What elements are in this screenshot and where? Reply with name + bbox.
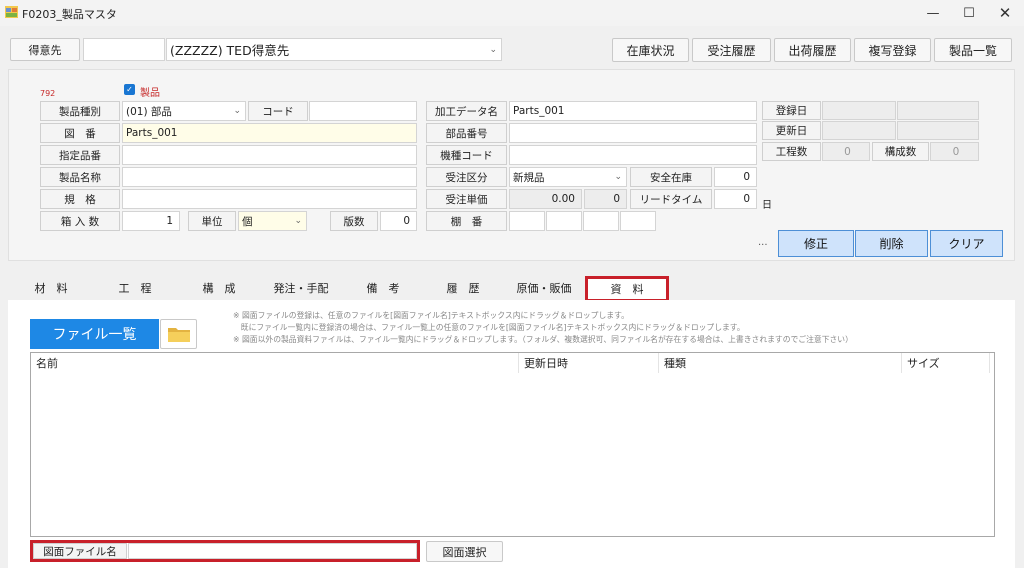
title-bar: F0203_製品マスタ — ☐ ✕ bbox=[0, 0, 1024, 26]
model-code-field[interactable] bbox=[509, 145, 757, 165]
composition-count-label: 構成数 bbox=[872, 142, 929, 161]
tab-composition[interactable]: 構 成 bbox=[178, 276, 260, 300]
shipping-history-button[interactable]: 出荷履歴 bbox=[774, 38, 851, 62]
day-unit-label: 日 bbox=[762, 200, 772, 211]
tab-ordering[interactable]: 発注・手配 bbox=[260, 276, 342, 300]
product-type-label: 製品種別 bbox=[40, 101, 120, 121]
record-number: 792 bbox=[40, 89, 56, 98]
order-category-select[interactable]: 新規品 ⌄ bbox=[509, 167, 627, 187]
upd-date-field bbox=[822, 121, 896, 140]
order-category-value: 新規品 bbox=[513, 171, 545, 184]
drawing-file-label: 図面ファイル名 bbox=[33, 543, 127, 559]
window-title: F0203_製品マスタ bbox=[22, 8, 117, 21]
order-history-button[interactable]: 受注履歴 bbox=[692, 38, 771, 62]
upd-user-field bbox=[897, 121, 979, 140]
processing-data-name-label: 加工データ名 bbox=[426, 101, 507, 121]
column-size[interactable]: サイズ bbox=[902, 353, 990, 373]
code-label: コード bbox=[248, 101, 308, 121]
clear-button[interactable]: クリア bbox=[930, 230, 1003, 257]
model-code-label: 機種コード bbox=[426, 145, 507, 165]
version-label: 版数 bbox=[330, 211, 378, 231]
unit-select[interactable]: 個 ⌄ bbox=[238, 211, 307, 231]
tab-process[interactable]: 工 程 bbox=[94, 276, 176, 300]
unit-label: 単位 bbox=[188, 211, 236, 231]
part-no-field[interactable] bbox=[509, 123, 757, 143]
stock-status-button[interactable]: 在庫状況 bbox=[612, 38, 689, 62]
safety-stock-field[interactable]: 0 bbox=[714, 167, 757, 187]
product-list-button[interactable]: 製品一覧 bbox=[934, 38, 1012, 62]
tab-notes[interactable]: 備 考 bbox=[342, 276, 424, 300]
tab-cost-price[interactable]: 原価・販価 bbox=[503, 276, 585, 300]
part-no-label: 部品番号 bbox=[426, 123, 507, 143]
product-type-value: (01) 部品 bbox=[126, 105, 172, 118]
designated-no-field[interactable] bbox=[122, 145, 417, 165]
code-field[interactable] bbox=[309, 101, 417, 121]
reg-date-field bbox=[822, 101, 896, 120]
shelf-no-field-3[interactable] bbox=[583, 211, 619, 231]
customer-button[interactable]: 得意先 bbox=[10, 38, 80, 61]
column-updated[interactable]: 更新日時 bbox=[519, 353, 659, 373]
file-list-button[interactable]: ファイル一覧 bbox=[30, 319, 159, 349]
tab-history[interactable]: 履 歴 bbox=[422, 276, 504, 300]
drawing-no-field[interactable]: Parts_001 bbox=[122, 123, 417, 143]
box-qty-label: 箱 入 数 bbox=[40, 211, 120, 231]
product-checkbox[interactable]: ✓ bbox=[124, 84, 135, 95]
product-type-select[interactable]: (01) 部品 ⌄ bbox=[122, 101, 246, 121]
designated-no-label: 指定品番 bbox=[40, 145, 120, 165]
process-count-label: 工程数 bbox=[762, 142, 821, 161]
reg-date-label: 登録日 bbox=[762, 101, 821, 120]
note-line-3: ※ 図面以外の製品資料ファイルは、ファイル一覧内にドラッグ＆ドロップします。（フ… bbox=[233, 335, 853, 344]
chevron-down-icon: ⌄ bbox=[233, 106, 241, 116]
reg-user-field bbox=[897, 101, 979, 120]
customer-code-field[interactable] bbox=[83, 38, 165, 61]
folder-icon bbox=[167, 328, 190, 342]
order-price-field: 0.00 bbox=[509, 189, 582, 209]
process-count-field: 0 bbox=[822, 142, 870, 161]
processing-data-name-field[interactable]: Parts_001 bbox=[509, 101, 757, 121]
app-icon bbox=[5, 6, 18, 18]
version-field[interactable]: 0 bbox=[380, 211, 417, 231]
edit-button[interactable]: 修正 bbox=[778, 230, 854, 257]
tab-documents[interactable]: 資 料 bbox=[585, 276, 669, 302]
drawing-no-label: 図 番 bbox=[40, 123, 120, 143]
spec-label: 規 格 bbox=[40, 189, 120, 209]
drawing-file-field[interactable] bbox=[128, 543, 417, 559]
order-price-label: 受注単価 bbox=[426, 189, 507, 209]
close-icon[interactable]: ✕ bbox=[982, 0, 1024, 26]
safety-stock-label: 安全在庫 bbox=[630, 167, 712, 187]
open-folder-button[interactable] bbox=[160, 319, 197, 349]
note-line-2: 既にファイル一覧内に登録済の場合は、ファイル一覧上の任意のファイルを[図面ファイ… bbox=[233, 323, 745, 332]
shelf-no-field-4[interactable] bbox=[620, 211, 656, 231]
column-type[interactable]: 種類 bbox=[659, 353, 902, 373]
upd-date-label: 更新日 bbox=[762, 121, 821, 140]
lead-time-label: リードタイム bbox=[630, 189, 712, 209]
ellipsis-text: ... bbox=[758, 237, 768, 248]
spec-field[interactable] bbox=[122, 189, 417, 209]
order-category-label: 受注区分 bbox=[426, 167, 507, 187]
chevron-down-icon: ⌄ bbox=[489, 44, 497, 55]
customer-select[interactable]: (ZZZZZ) TED得意先 ⌄ bbox=[166, 38, 502, 61]
delete-button[interactable]: 削除 bbox=[855, 230, 928, 257]
product-name-label: 製品名称 bbox=[40, 167, 120, 187]
column-name[interactable]: 名前 bbox=[31, 353, 519, 373]
note-line-1: ※ 図面ファイルの登録は、任意のファイルを[図面ファイル名]テキストボックス内に… bbox=[233, 311, 629, 320]
unit-value: 個 bbox=[242, 215, 253, 228]
order-price-sub-field: 0 bbox=[584, 189, 627, 209]
copy-register-button[interactable]: 複写登録 bbox=[854, 38, 931, 62]
shelf-no-field-1[interactable] bbox=[509, 211, 545, 231]
product-checkbox-label: 製品 bbox=[140, 88, 160, 99]
tab-materials[interactable]: 材 料 bbox=[10, 276, 92, 300]
composition-count-field: 0 bbox=[930, 142, 979, 161]
shelf-no-label: 棚 番 bbox=[426, 211, 507, 231]
shelf-no-field-2[interactable] bbox=[546, 211, 582, 231]
drawing-select-button[interactable]: 図面選択 bbox=[426, 541, 503, 562]
product-name-field[interactable] bbox=[122, 167, 417, 187]
box-qty-field[interactable]: 1 bbox=[122, 211, 180, 231]
chevron-down-icon: ⌄ bbox=[294, 216, 302, 226]
chevron-down-icon: ⌄ bbox=[614, 172, 622, 182]
lead-time-field[interactable]: 0 bbox=[714, 189, 757, 209]
customer-name: (ZZZZZ) TED得意先 bbox=[170, 43, 290, 58]
file-list[interactable]: 名前 更新日時 種類 サイズ bbox=[30, 352, 995, 537]
